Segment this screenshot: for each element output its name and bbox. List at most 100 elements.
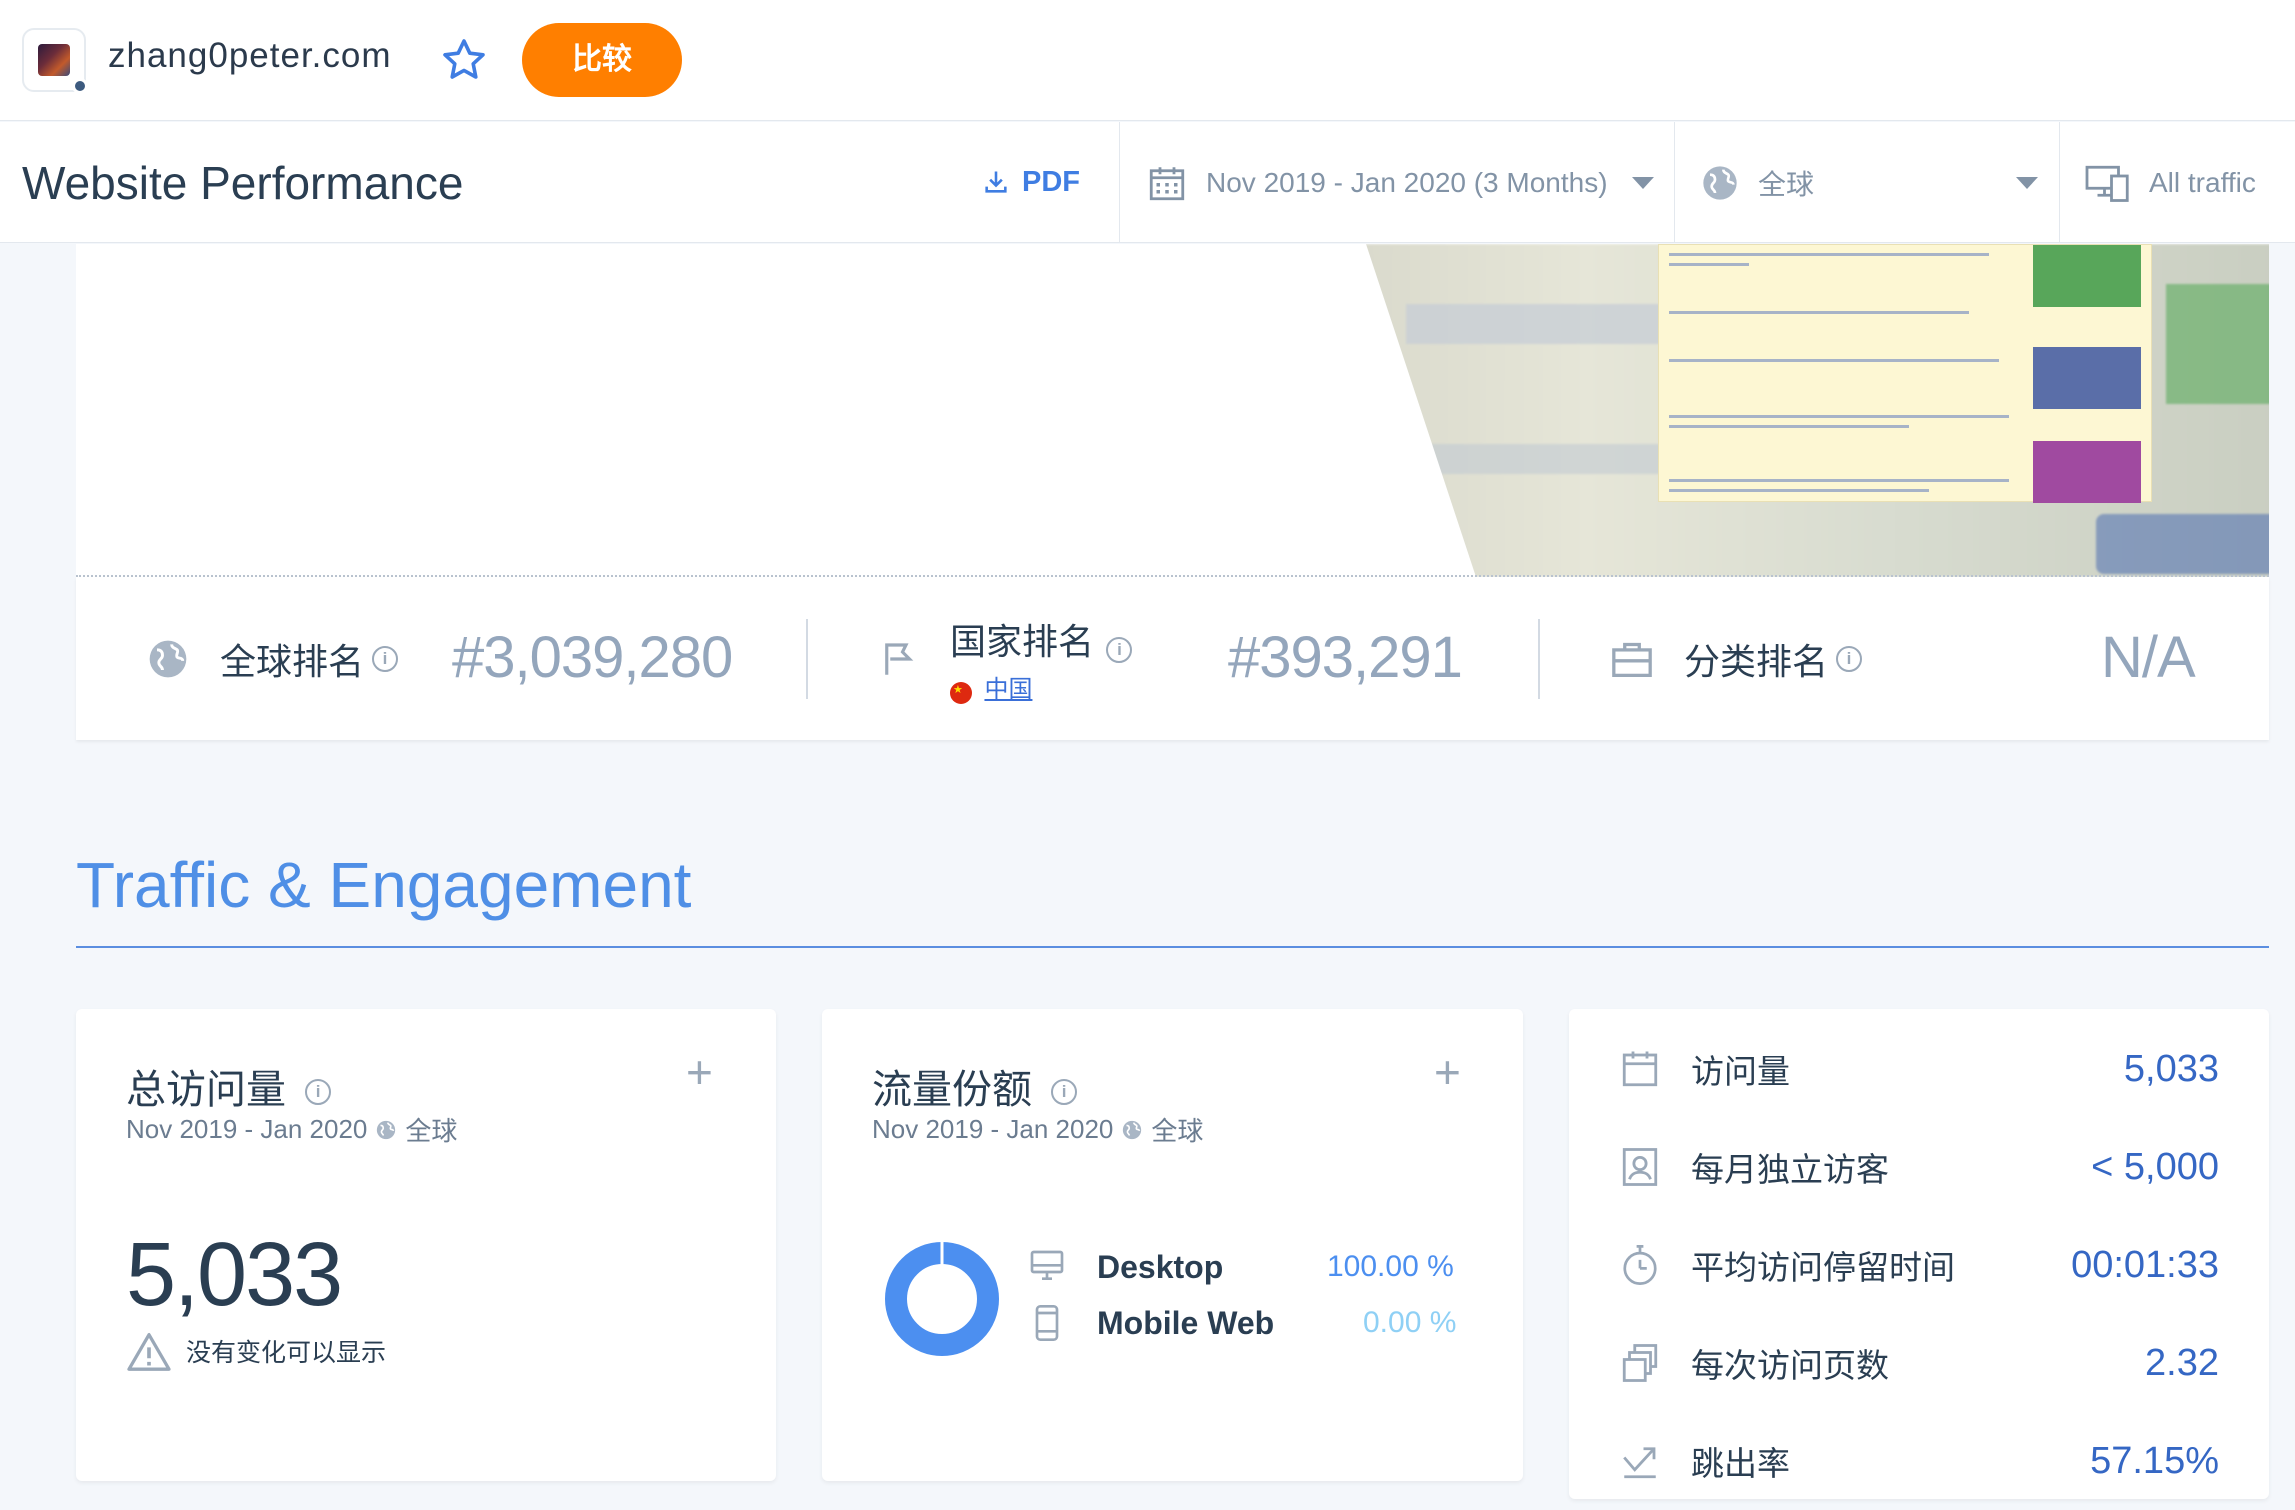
download-icon [985, 171, 1007, 193]
preview-line [1669, 415, 2009, 418]
no-change-note: 没有变化可以显示 [126, 1331, 386, 1371]
no-change-text: 没有变化可以显示 [186, 1339, 387, 1367]
metric-value: 00:01:33 [2071, 1243, 2219, 1286]
flag-icon [885, 642, 914, 675]
region-label: 全球 [1151, 1116, 1204, 1146]
traffic-share-card: 流量份额 i Nov 2019 - Jan 2020 全球 + Desktop … [822, 1009, 1523, 1481]
metric-label: 访问量 [1691, 1053, 1790, 1090]
calendar-icon [1149, 167, 1185, 201]
period-label: Nov 2019 - Jan 2020 [126, 1114, 368, 1144]
mobile-icon [1035, 1305, 1059, 1341]
preview-tile [2033, 347, 2141, 409]
device-row-mobile: Mobile Web 0.00 % [1027, 1298, 1456, 1348]
metric-label: 每次访问页数 [1691, 1347, 1889, 1384]
preview-line [1669, 263, 1749, 266]
pages-icon [1622, 1344, 1658, 1382]
chevron-down-icon [1631, 177, 1654, 189]
website-preview [76, 244, 2269, 577]
metric-label: 平均访问停留时间 [1691, 1249, 1955, 1286]
metric-label: 跳出率 [1691, 1445, 1790, 1482]
metric-value: 57.15% [2090, 1439, 2219, 1482]
category-rank-value: N/A [2101, 625, 2196, 690]
pdf-label: PDF [1022, 165, 1080, 198]
status-dot [72, 78, 88, 94]
preview-blur [1416, 444, 1676, 474]
metric-value: 5,033 [2123, 1047, 2219, 1090]
info-icon[interactable]: i [1051, 1079, 1078, 1106]
global-rank-value: #3,039,280 [452, 625, 733, 690]
section-underline [76, 946, 2269, 948]
country-link[interactable]: 中国 [984, 676, 1032, 703]
metric-avg-duration: 平均访问停留时间 00:01:33 [1619, 1235, 2219, 1295]
globe-icon [1123, 1120, 1142, 1139]
preview-line [1669, 311, 1969, 314]
page-title: Website Performance [22, 157, 464, 209]
preview-tile [2033, 245, 2141, 307]
total-visits-subtitle: Nov 2019 - Jan 2020 全球 [126, 1111, 457, 1148]
traffic-share-title: 流量份额 i [872, 1057, 1078, 1115]
pdf-button[interactable]: PDF [982, 162, 1080, 202]
preview-line [1669, 253, 1989, 256]
preview-line [1669, 489, 1929, 492]
preview-tile [2033, 441, 2141, 503]
region-label: 全球 [1758, 169, 1815, 200]
add-icon[interactable]: + [686, 1045, 713, 1099]
total-visits-title-text: 总访问量 [126, 1068, 286, 1112]
preview-page-thumbnail [1658, 244, 2152, 503]
metric-visits: 访问量 5,033 [1619, 1039, 2219, 1099]
region-label: 全球 [405, 1116, 458, 1146]
metric-value: < 5,000 [2091, 1145, 2219, 1188]
region-dropdown[interactable]: 全球 [1700, 160, 2040, 206]
divider [2059, 122, 2060, 243]
stopwatch-icon [1623, 1245, 1657, 1285]
info-icon[interactable]: i [1836, 645, 1863, 672]
header-bar: Website Performance PDF Nov 2019 - Jan 2… [0, 122, 2295, 243]
metric-bounce-rate: 跳出率 57.15% [1619, 1431, 2219, 1491]
compare-button[interactable]: 比较 [522, 23, 682, 97]
date-range-dropdown[interactable]: Nov 2019 - Jan 2020 (3 Months) [1146, 160, 1654, 206]
donut-segment-desktop [885, 1242, 999, 1356]
desktop-icon [1030, 1250, 1064, 1280]
calendar-icon [1622, 1051, 1658, 1087]
warning-icon [127, 1333, 171, 1371]
globe-icon [377, 1120, 396, 1139]
add-icon[interactable]: + [1434, 1045, 1461, 1099]
device-share: 0.00 % [1363, 1306, 1457, 1339]
category-rank-label: 分类排名 [1684, 640, 1829, 682]
info-icon[interactable]: i [1106, 636, 1133, 663]
country-rank-label: 国家排名 [950, 621, 1095, 662]
globe-icon [1703, 166, 1737, 200]
preview-blur [2096, 514, 2269, 574]
divider [1538, 619, 1540, 699]
device-name: Mobile Web [1097, 1304, 1275, 1341]
preview-line [1669, 425, 1909, 428]
country-rank-value: #393,291 [1228, 625, 1463, 690]
info-icon[interactable]: i [372, 645, 399, 672]
period-label: Nov 2019 - Jan 2020 [872, 1114, 1114, 1144]
site-favicon[interactable] [22, 28, 88, 94]
info-icon[interactable]: i [305, 1079, 332, 1106]
briefcase-icon [1612, 642, 1652, 677]
globe-icon [149, 640, 187, 677]
ranks-panel: 全球排名 i #3,039,280 国家排名 i 中国 #393,291 分类排… [76, 577, 2269, 740]
traffic-share-subtitle: Nov 2019 - Jan 2020 全球 [872, 1111, 1203, 1148]
preview-line [1669, 479, 2009, 482]
device-share: 100.00 % [1327, 1250, 1454, 1283]
category-rank: 分类排名 i [1610, 577, 1863, 740]
divider [806, 619, 808, 699]
metric-unique-visitors: 每月独立访客 < 5,000 [1619, 1137, 2219, 1197]
bounce-icon [1623, 1447, 1656, 1479]
section-title: Traffic & Engagement [76, 849, 692, 921]
global-rank: 全球排名 i [146, 577, 399, 740]
site-bar: zhang0peter.com 比较 [0, 0, 2295, 121]
china-flag-icon [950, 681, 972, 704]
country-rank: 国家排名 i 中国 [878, 577, 1133, 740]
site-domain[interactable]: zhang0peter.com [108, 36, 392, 76]
device-name: Desktop [1097, 1248, 1224, 1285]
traffic-share-title-text: 流量份额 [872, 1068, 1032, 1112]
site-favicon-image [38, 44, 70, 76]
star-icon[interactable] [440, 36, 488, 84]
metric-pages-per-visit: 每次访问页数 2.32 [1619, 1333, 2219, 1393]
traffic-dropdown[interactable]: All traffic [2085, 160, 2256, 206]
traffic-share-donut [885, 1242, 999, 1356]
